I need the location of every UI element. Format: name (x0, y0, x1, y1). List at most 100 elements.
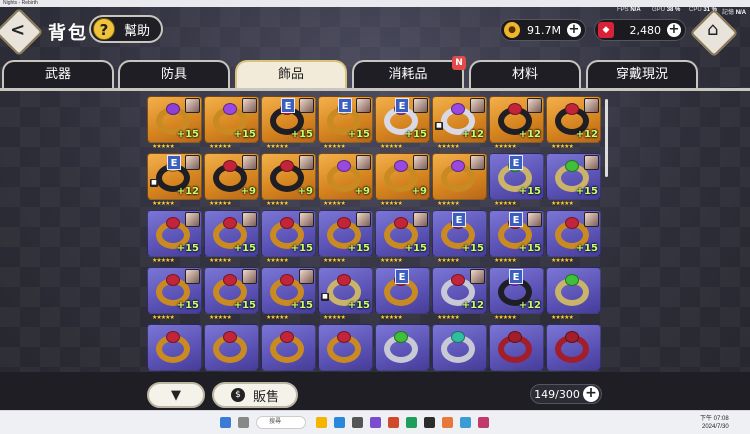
item-slot[interactable]: E ★★★★★ (375, 267, 430, 323)
item-card[interactable] (432, 324, 487, 371)
item-slot[interactable]: ■ +15 ★★★★★ (318, 267, 373, 323)
item-slot[interactable]: +15 ★★★★★ (204, 210, 259, 266)
item-slot[interactable]: +15 ★★★★★ (147, 96, 202, 152)
task-view-icon[interactable] (238, 417, 249, 428)
item-slot[interactable]: E +15 ★★★★★ (318, 96, 373, 152)
item-card[interactable]: E +12 (489, 267, 544, 314)
item-card[interactable]: +12 (432, 267, 487, 314)
item-slot[interactable]: +15 ★★★★★ (546, 153, 601, 209)
tab-armor[interactable]: 防具 (118, 60, 230, 88)
item-slot[interactable]: E +15 ★★★★★ (375, 96, 430, 152)
item-slot[interactable]: +15 ★★★★★ (546, 210, 601, 266)
back-button[interactable]: < (0, 7, 44, 57)
item-card[interactable] (261, 324, 316, 371)
help-button[interactable]: ? 幫助 (89, 15, 163, 43)
item-slot[interactable]: +12 ★★★★★ (546, 96, 601, 152)
sell-button[interactable]: $ 販售 (212, 382, 298, 408)
item-card[interactable]: ■ +12 (432, 96, 487, 143)
item-slot[interactable]: ★★★★★ (432, 153, 487, 209)
app-icon[interactable] (406, 417, 417, 428)
tab-materials[interactable]: 材料 (469, 60, 581, 88)
item-card[interactable]: E +15 (489, 210, 544, 257)
item-slot[interactable]: +15 ★★★★★ (147, 210, 202, 266)
item-slot[interactable]: +15 ★★★★★ (204, 267, 259, 323)
taskbar-search[interactable]: 搜尋 (256, 416, 306, 429)
item-card[interactable]: +15 (204, 96, 259, 143)
item-card[interactable]: ■ +15 (318, 267, 373, 314)
item-slot[interactable]: E ■ +12 ★★★★★ (147, 153, 202, 209)
item-slot[interactable]: E +15 ★★★★★ (489, 210, 544, 266)
item-slot[interactable]: ★★★★★ (318, 324, 373, 371)
item-card[interactable]: +15 (204, 267, 259, 314)
item-card[interactable]: +9 (318, 153, 373, 200)
item-card[interactable]: E +15 (432, 210, 487, 257)
item-card[interactable]: +15 (546, 153, 601, 200)
start-icon[interactable] (220, 417, 231, 428)
explorer-icon[interactable] (316, 417, 327, 428)
store-icon[interactable] (352, 417, 363, 428)
item-slot[interactable]: ★★★★★ (546, 324, 601, 371)
item-slot[interactable]: ★★★★★ (489, 324, 544, 371)
item-card[interactable]: +9 (261, 153, 316, 200)
item-card[interactable]: +15 (261, 267, 316, 314)
item-slot[interactable]: E +15 ★★★★★ (432, 210, 487, 266)
item-card[interactable]: +15 (546, 210, 601, 257)
item-slot[interactable]: ★★★★★ (546, 267, 601, 323)
item-slot[interactable]: +9 ★★★★★ (318, 153, 373, 209)
item-slot[interactable]: +15 ★★★★★ (147, 267, 202, 323)
item-slot[interactable]: +9 ★★★★★ (204, 153, 259, 209)
app-icon[interactable] (460, 417, 471, 428)
item-card[interactable]: +9 (375, 153, 430, 200)
item-card[interactable]: E +15 (375, 96, 430, 143)
item-card[interactable]: +15 (261, 210, 316, 257)
item-slot[interactable]: E +15 ★★★★★ (489, 153, 544, 209)
item-card[interactable] (147, 324, 202, 371)
item-card[interactable] (489, 324, 544, 371)
item-card[interactable]: +15 (147, 267, 202, 314)
item-slot[interactable]: +12 ★★★★★ (489, 96, 544, 152)
item-slot[interactable]: +15 ★★★★★ (318, 210, 373, 266)
item-slot[interactable]: +15 ★★★★★ (204, 96, 259, 152)
item-card[interactable]: +15 (375, 210, 430, 257)
app-icon[interactable] (424, 417, 435, 428)
item-slot[interactable]: ■ +12 ★★★★★ (432, 96, 487, 152)
app-icon[interactable] (388, 417, 399, 428)
item-slot[interactable]: +12 ★★★★★ (432, 267, 487, 323)
item-slot[interactable]: +15 ★★★★★ (261, 210, 316, 266)
item-slot[interactable]: E +15 ★★★★★ (261, 96, 316, 152)
item-slot[interactable]: ★★★★★ (147, 324, 202, 371)
app-icon[interactable] (442, 417, 453, 428)
home-button[interactable]: ⌂ (689, 8, 739, 58)
tab-equipped-status[interactable]: 穿戴現況 (586, 60, 698, 88)
item-slot[interactable]: ★★★★★ (432, 324, 487, 371)
item-card[interactable]: E +15 (261, 96, 316, 143)
item-card[interactable]: E ■ +12 (147, 153, 202, 200)
item-card[interactable]: +9 (204, 153, 259, 200)
tab-weapons[interactable]: 武器 (2, 60, 114, 88)
item-slot[interactable]: ★★★★★ (261, 324, 316, 371)
game-app-icon[interactable] (478, 417, 489, 428)
item-card[interactable] (318, 324, 373, 371)
item-card[interactable]: +15 (204, 210, 259, 257)
filter-button[interactable]: ▼ (147, 382, 205, 408)
grid-scrollbar[interactable] (605, 99, 608, 177)
add-gem-button[interactable]: + (667, 23, 681, 37)
tab-accessories[interactable]: 飾品 (235, 60, 347, 88)
item-card[interactable] (432, 153, 487, 200)
item-slot[interactable]: ★★★★★ (204, 324, 259, 371)
item-card[interactable]: +15 (147, 210, 202, 257)
item-slot[interactable]: +9 ★★★★★ (375, 153, 430, 209)
item-card[interactable] (375, 324, 430, 371)
item-slot[interactable]: E +12 ★★★★★ (489, 267, 544, 323)
item-card[interactable]: +12 (546, 96, 601, 143)
item-card[interactable]: E +15 (318, 96, 373, 143)
item-slot[interactable]: +15 ★★★★★ (261, 267, 316, 323)
tab-consumables[interactable]: 消耗品 N (352, 56, 466, 88)
item-card[interactable]: +15 (318, 210, 373, 257)
item-card[interactable] (546, 324, 601, 371)
edge-icon[interactable] (334, 417, 345, 428)
item-card[interactable] (546, 267, 601, 314)
item-card[interactable]: +15 (147, 96, 202, 143)
item-card[interactable]: +12 (489, 96, 544, 143)
item-slot[interactable]: +9 ★★★★★ (261, 153, 316, 209)
